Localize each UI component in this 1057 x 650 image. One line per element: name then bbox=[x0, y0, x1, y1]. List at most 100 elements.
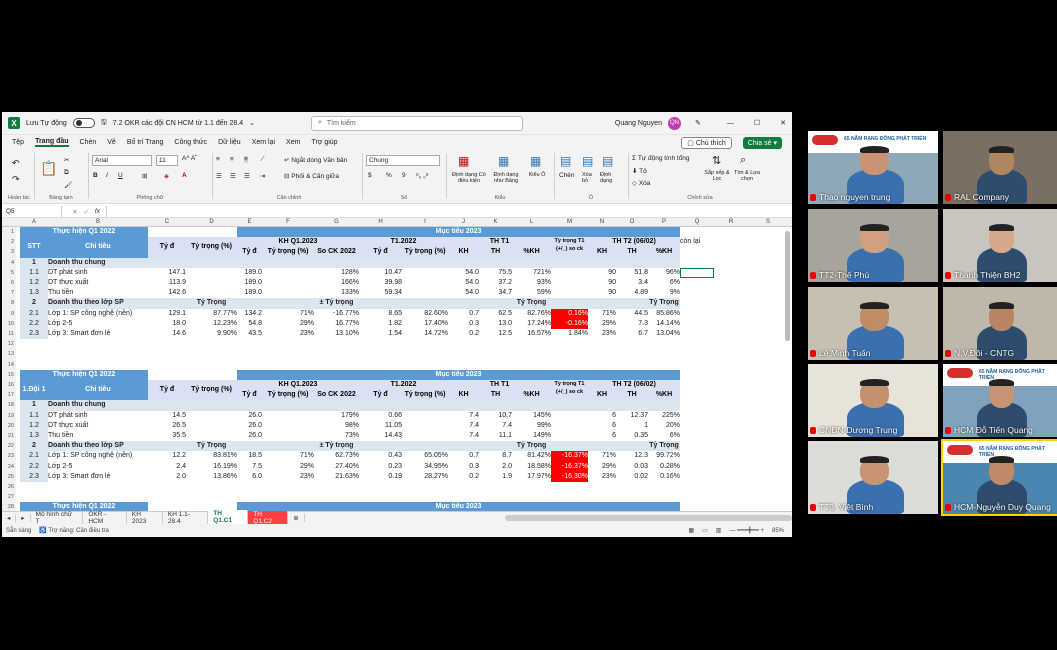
delete-cells-button[interactable]: Xóa bỏ bbox=[582, 172, 598, 184]
paste-icon[interactable]: 📋 bbox=[40, 160, 57, 177]
cond-format-button[interactable]: Định dạng Có điều kiện bbox=[450, 172, 488, 184]
cell-empty[interactable] bbox=[237, 400, 262, 411]
cell-empty[interactable] bbox=[448, 400, 479, 411]
header-ty-d[interactable]: Tỷ đ bbox=[148, 237, 186, 258]
header-pkh2[interactable]: %KH bbox=[648, 247, 680, 258]
cell-m[interactable]: 0.16% bbox=[551, 308, 588, 319]
cell-j[interactable]: 7.4 bbox=[448, 431, 479, 441]
insert-cells-icon[interactable]: ▤ bbox=[560, 154, 571, 168]
header-kh2[interactable]: KH bbox=[588, 390, 616, 401]
add-sheet-icon[interactable]: ⊕ bbox=[288, 514, 305, 522]
column-header-c[interactable]: C bbox=[148, 218, 186, 227]
participant-tile[interactable]: 65 NĂM RẠNG ĐÔNG PHÁT TRIỂN Thao nguyen t… bbox=[808, 131, 938, 204]
cell-j[interactable]: 0.7 bbox=[448, 451, 479, 461]
row-number[interactable]: 4 bbox=[2, 258, 16, 268]
border-icon[interactable]: ⊞ bbox=[142, 172, 147, 180]
row-number[interactable]: 19 bbox=[2, 411, 16, 421]
tab-sheet-mohinh[interactable]: Mô hình chữ T bbox=[31, 511, 84, 525]
cell-i[interactable]: 34.95% bbox=[402, 462, 448, 472]
cell-j[interactable]: 7.4 bbox=[448, 411, 479, 421]
cell-h[interactable]: 0.66 bbox=[359, 411, 402, 421]
header-pkh[interactable]: %KH bbox=[512, 247, 551, 258]
cell-d[interactable]: 12.23% bbox=[186, 319, 237, 329]
vertical-scrollbar[interactable] bbox=[785, 231, 790, 341]
row-number[interactable]: 28 bbox=[2, 502, 16, 511]
cell-j[interactable]: 7.4 bbox=[448, 421, 479, 431]
cell-chi-tieu[interactable]: DT thực xuất bbox=[48, 421, 148, 431]
row-number[interactable]: 5 bbox=[2, 268, 16, 278]
cell-k[interactable]: 8.7 bbox=[479, 451, 512, 461]
cell-p[interactable]: 6% bbox=[648, 278, 680, 288]
cell-c[interactable]: 26.5 bbox=[148, 421, 186, 431]
cell-l[interactable]: Tỷ Trọng bbox=[512, 298, 551, 309]
cell-n[interactable]: 90 bbox=[588, 268, 616, 278]
cell-empty[interactable] bbox=[186, 400, 237, 411]
cell-empty[interactable] bbox=[588, 257, 616, 268]
autosave-toggle[interactable] bbox=[72, 118, 95, 128]
tab-sheet-kh11[interactable]: KH 1.1-28.4 bbox=[163, 511, 209, 525]
header-th2[interactable]: TH bbox=[616, 247, 648, 258]
accessibility-status[interactable]: ♿ Trợ năng: Cần điều tra bbox=[39, 527, 108, 534]
row-number[interactable]: 20 bbox=[2, 421, 16, 431]
cell-p[interactable]: 14.14% bbox=[648, 319, 680, 329]
cell-f[interactable]: 29% bbox=[262, 462, 314, 472]
percent-icon[interactable]: % bbox=[386, 172, 392, 179]
header-muc-tieu-b3[interactable]: Mục tiêu 2023 bbox=[237, 502, 680, 511]
cell-k[interactable]: 37.2 bbox=[479, 278, 512, 288]
chevron-down-icon[interactable]: ⌄ bbox=[249, 119, 255, 127]
header-t1-2022[interactable]: T1.2022 bbox=[359, 380, 448, 391]
tab-view[interactable]: Xem bbox=[286, 139, 300, 146]
cell-p[interactable]: 96% bbox=[648, 268, 680, 278]
header-th-q1-b3[interactable]: Thực hiện Q1 2022 bbox=[20, 502, 148, 511]
cell-h[interactable]: 8.65 bbox=[359, 309, 402, 319]
cell-g[interactable]: 73% bbox=[314, 431, 359, 441]
participant-tile[interactable]: TT3. Việt Bình bbox=[808, 441, 938, 514]
cell-empty[interactable] bbox=[479, 257, 512, 268]
cell-e[interactable]: 26.0 bbox=[237, 411, 262, 421]
cell-stt[interactable]: 2.3 bbox=[20, 471, 48, 482]
participant-tile[interactable]: Thanh Thiện BH2 bbox=[943, 209, 1057, 282]
column-header-o[interactable]: O bbox=[616, 218, 648, 227]
format-table-button[interactable]: Định dạng như Bảng bbox=[490, 172, 522, 184]
fx-icon[interactable]: fx bbox=[95, 208, 100, 215]
cell-g[interactable]: 98% bbox=[314, 421, 359, 431]
cell-o[interactable]: 12.3 bbox=[616, 451, 648, 461]
cell-g[interactable]: 13.10% bbox=[314, 329, 359, 339]
cell-stt[interactable]: 2.3 bbox=[20, 329, 48, 340]
cell-k[interactable]: 11.1 bbox=[479, 431, 512, 441]
cell-g[interactable]: 16.77% bbox=[314, 319, 359, 329]
header-t1-2022[interactable]: T1.2022 bbox=[359, 237, 448, 248]
cell-empty[interactable] bbox=[237, 441, 262, 452]
header-th-t1[interactable]: TH T1 bbox=[448, 380, 551, 391]
header-kh-q1[interactable]: KH Q1.2023 bbox=[237, 380, 359, 391]
participant-tile[interactable]: 65 NĂM RẠNG ĐÔNG PHÁT TRIỂN HCM Đỗ Tiến Q… bbox=[943, 364, 1057, 437]
horizontal-scrollbar[interactable] bbox=[504, 515, 792, 521]
cell-c[interactable]: 147.1 bbox=[148, 268, 186, 278]
view-break-icon[interactable]: ▥ bbox=[716, 527, 722, 534]
cell-e[interactable]: 189.0 bbox=[237, 278, 262, 288]
cell-empty[interactable] bbox=[262, 298, 314, 309]
header-kh[interactable]: KH bbox=[448, 247, 479, 258]
cell-p[interactable]: 0.28% bbox=[648, 462, 680, 472]
number-format-select[interactable]: Chung bbox=[366, 155, 440, 166]
cell-chi-tieu[interactable]: DT phát sinh bbox=[48, 411, 148, 421]
row-number[interactable]: 16 bbox=[2, 380, 16, 390]
row-number[interactable]: 27 bbox=[2, 492, 16, 502]
pen-icon[interactable]: ✎ bbox=[695, 119, 701, 127]
wrap-text-button[interactable]: ↵ Ngắt dòng Văn bản bbox=[284, 156, 347, 164]
participant-tile[interactable]: 65 NĂM RẠNG ĐÔNG PHÁT TRIỂN HCM-Nguyễn Du… bbox=[941, 439, 1057, 516]
cell-p[interactable]: Tỷ Trọng bbox=[648, 298, 680, 309]
participant-tile[interactable]: CNĐN-Dương Trung bbox=[808, 364, 938, 437]
row-number[interactable]: 18 bbox=[2, 400, 16, 410]
cell-p[interactable]: 6% bbox=[648, 431, 680, 441]
cell-e[interactable]: 189.0 bbox=[237, 268, 262, 278]
header-ty-d3[interactable]: Tỷ đ bbox=[359, 390, 402, 401]
cancel-icon[interactable]: ✕ bbox=[72, 208, 77, 216]
column-header-j[interactable]: J bbox=[448, 218, 479, 227]
cell-p[interactable]: 85.86% bbox=[648, 309, 680, 319]
cell-h[interactable]: 0.43 bbox=[359, 451, 402, 461]
cell-stt[interactable]: 1.1 bbox=[20, 267, 48, 278]
cell-h[interactable]: 1.82 bbox=[359, 319, 402, 329]
cell-j[interactable]: 0.3 bbox=[448, 319, 479, 329]
row-number[interactable]: 25 bbox=[2, 472, 16, 482]
